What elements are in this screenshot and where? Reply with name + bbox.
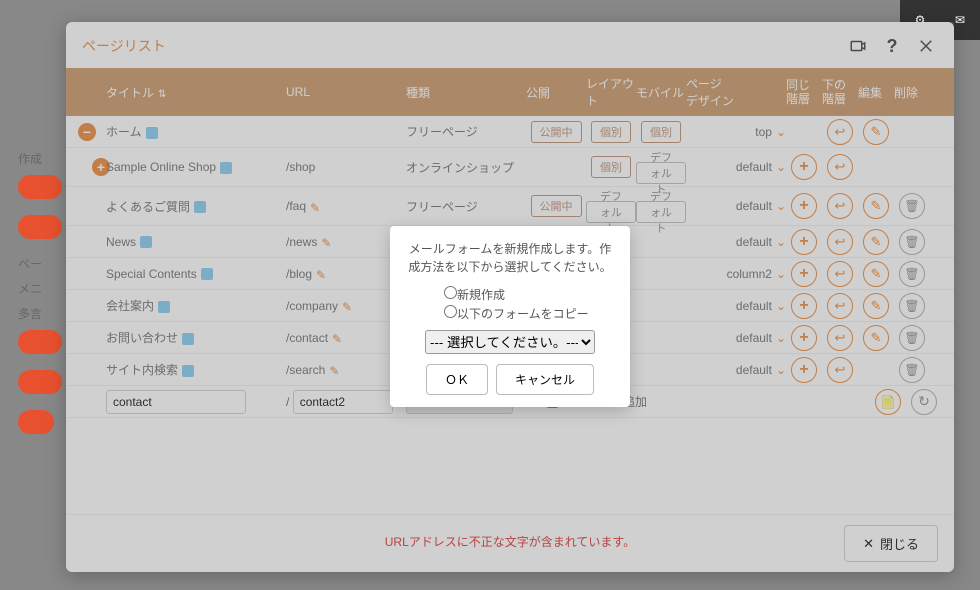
sidebar-label: メニ [18,280,62,297]
sidebar-pill[interactable] [18,215,62,239]
create-mailform-modal: メールフォームを新規作成します。作成方法を以下から選択してください。 新規作成 … [390,226,630,407]
sidebar-pill[interactable] [18,330,62,354]
copy-source-select[interactable]: --- 選択してください。--- [425,330,595,354]
sidebar-pill[interactable] [18,175,62,199]
radio-copy-label[interactable]: 以下のフォームをコピー [444,307,589,321]
ok-button[interactable]: ＯＫ [426,364,488,395]
sidebar-pill[interactable] [18,370,62,394]
radio-new[interactable] [444,286,457,299]
radio-new-label[interactable]: 新規作成 [444,288,505,302]
left-sidebar: 作成 ペー メニ 多言 [18,150,62,450]
sidebar-label: 作成 [18,150,62,167]
sidebar-pill[interactable] [18,410,54,434]
page-list-panel: ページリスト ? タイトル⇅ URL 種類 公開 レイアウト モバイル ページ … [66,22,954,572]
cancel-button[interactable]: キャンセル [496,364,594,395]
sidebar-label: ペー [18,255,62,272]
sidebar-label: 多言 [18,305,62,322]
modal-message: メールフォームを新規作成します。作成方法を以下から選択してください。 [404,240,616,276]
radio-copy[interactable] [444,305,457,318]
